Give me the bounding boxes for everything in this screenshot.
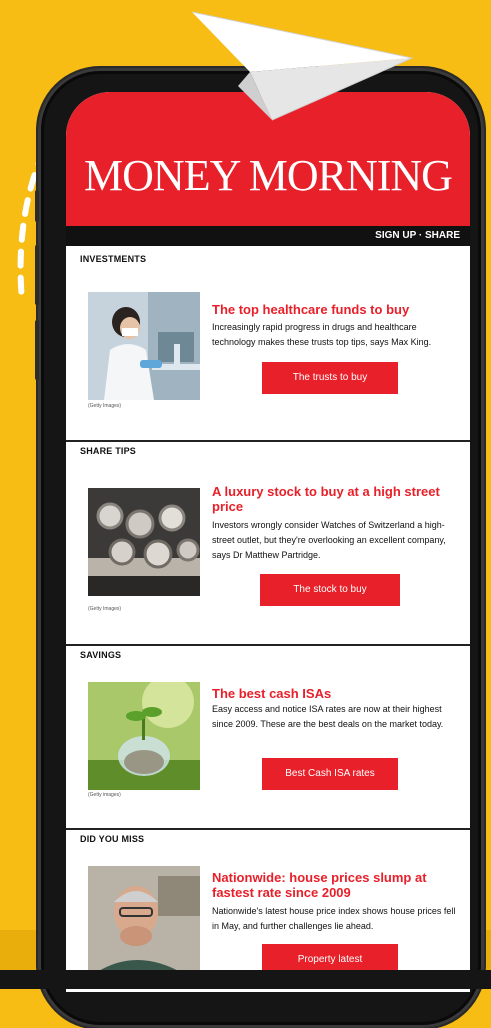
image-caption: (Getty images) (88, 792, 121, 798)
section-label: SAVINGS (80, 650, 122, 660)
section-did-you-miss: DID YOU MISS Nationwide: house prices sl… (66, 828, 470, 992)
nav-bar: SIGN UP · SHARE (66, 226, 470, 246)
article-title[interactable]: The top healthcare funds to buy (212, 302, 452, 317)
phone-bottom-edge (0, 970, 491, 989)
section-label: INVESTMENTS (80, 254, 147, 264)
article-title[interactable]: The best cash ISAs (212, 686, 452, 701)
brand-logo: MONEY MORNING (84, 151, 453, 200)
article-image-watches[interactable] (88, 488, 202, 596)
article-image-coin-jar[interactable] (88, 682, 200, 790)
article-description: Easy access and notice ISA rates are now… (212, 704, 444, 729)
best-cash-isa-rates-button[interactable]: Best Cash ISA rates (262, 758, 398, 790)
section-share-tips: SHARE TIPS (Getty Images) A luxury stock… (66, 440, 470, 642)
section-savings: SAVINGS (Getty images) The best cash ISA… (66, 644, 470, 830)
image-caption: (Getty Images) (88, 606, 122, 612)
section-label: DID YOU MISS (80, 834, 145, 844)
image-caption: (Getty Images) (88, 403, 122, 409)
section-label: SHARE TIPS (80, 446, 137, 456)
article-description: Increasingly rapid progress in drugs and… (212, 322, 432, 347)
trusts-to-buy-button[interactable]: The trusts to buy (262, 362, 398, 394)
article-image-scientist[interactable] (88, 292, 200, 400)
article-title[interactable]: Nationwide: house prices slump at fastes… (212, 870, 452, 900)
phone-side-button (35, 320, 39, 380)
article-description: Nationwide's latest house price index sh… (212, 906, 456, 931)
signup-share-link[interactable]: SIGN UP · SHARE (375, 230, 460, 241)
email-screen: MONEY MORNING SIGN UP · SHARE INVESTMENT… (66, 92, 470, 992)
article-description: Investors wrongly consider Watches of Sw… (212, 520, 446, 560)
article-title[interactable]: A luxury stock to buy at a high street p… (212, 484, 452, 514)
phone-side-button (35, 245, 39, 305)
article-image-worried-man[interactable] (88, 866, 200, 974)
paper-plane-icon (191, 11, 414, 121)
section-investments: INVESTMENTS (Getty Images) The top healt… (66, 250, 470, 440)
stock-to-buy-button[interactable]: The stock to buy (260, 574, 400, 606)
phone-side-button (35, 190, 39, 222)
